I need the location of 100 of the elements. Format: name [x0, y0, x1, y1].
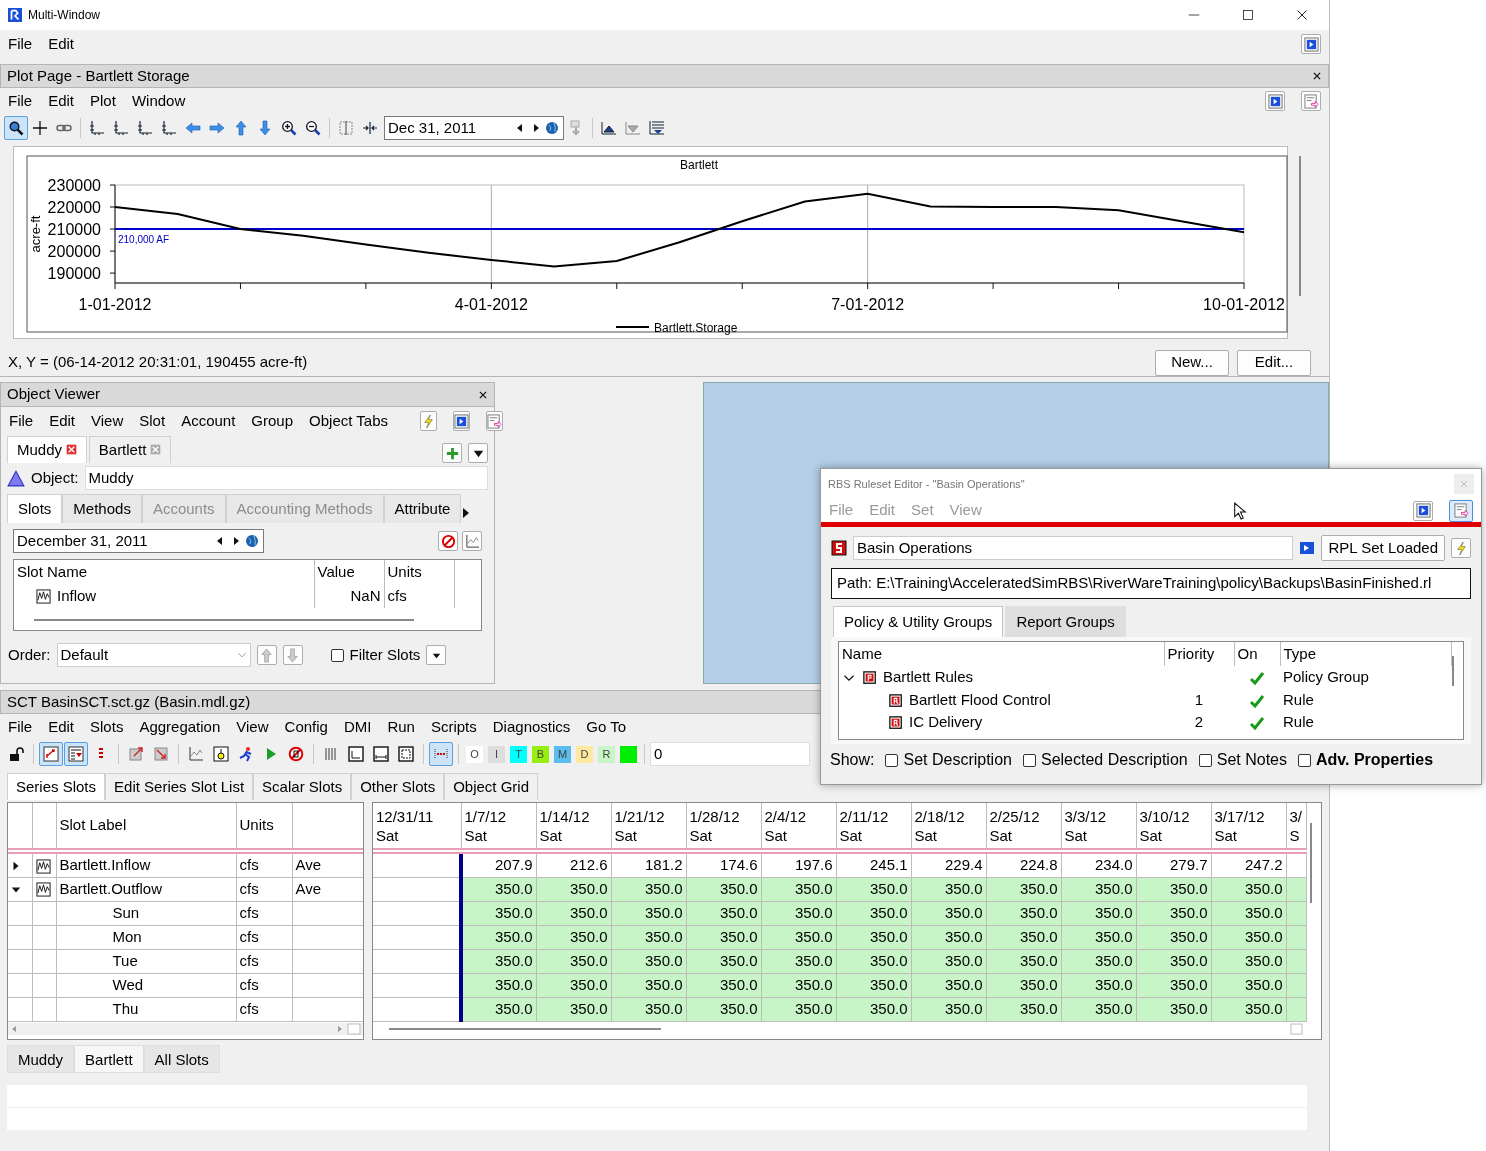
column-header[interactable]: Sat [614, 826, 683, 845]
column-header[interactable]: 3/3/12 [1064, 807, 1133, 826]
column-header[interactable]: Sat [1064, 826, 1133, 845]
menu-item[interactable]: File [8, 32, 33, 56]
column-header[interactable]: 2/11/12 [839, 807, 908, 826]
column-header[interactable]: 1/7/12 [464, 807, 533, 826]
name-field[interactable]: Basin Operations [853, 536, 1294, 560]
slot-label[interactable]: Bartlett.Inflow [59, 856, 151, 873]
menu-item[interactable]: View [236, 715, 269, 739]
tab[interactable]: Other Slots [351, 772, 445, 800]
menu-item[interactable]: Scripts [430, 715, 477, 739]
tab[interactable]: Muddy [7, 1045, 75, 1073]
menu-item[interactable]: Account [181, 409, 236, 433]
menu-item[interactable]: Aggregation [139, 715, 221, 739]
column-header[interactable]: 2/18/12 [914, 807, 983, 826]
index-field[interactable]: 0 [650, 742, 810, 766]
path-field[interactable]: Path: E:\Training\AcceleratedSimRBS\RiverWareTraining\policy\Backups\BasinFinished.rl [831, 568, 1471, 599]
checkbox[interactable] [1298, 753, 1311, 767]
column-header[interactable]: Sat [764, 826, 833, 845]
close-icon[interactable] [1312, 71, 1322, 81]
checkbox[interactable] [330, 648, 344, 662]
column-header[interactable]: On [1234, 642, 1280, 666]
tab[interactable]: Series Slots [7, 772, 106, 800]
menu-item[interactable]: Slots [90, 715, 124, 739]
slot-label[interactable]: Thu [112, 999, 139, 1017]
checkbox[interactable] [1022, 753, 1036, 767]
column-header[interactable]: Units [384, 560, 454, 584]
tab[interactable]: Policy & Utility Groups [833, 605, 1004, 637]
scrollbar[interactable] [8, 1023, 363, 1035]
flag-button[interactable]: D [576, 745, 593, 763]
column-header[interactable]: S [1289, 826, 1303, 845]
menu-item[interactable]: Config [284, 715, 328, 739]
scrollbar[interactable] [1451, 656, 1455, 686]
close-icon[interactable] [1295, 9, 1308, 21]
check-icon[interactable] [1249, 671, 1265, 686]
flag-button[interactable]: T [510, 745, 527, 763]
column-header[interactable]: 1/14/12 [539, 807, 608, 826]
check-icon[interactable] [1249, 716, 1265, 731]
column-header[interactable]: 1/28/12 [689, 807, 758, 826]
column-header[interactable]: Priority [1164, 642, 1234, 666]
column-header[interactable]: Sat [464, 826, 533, 845]
dialog-button[interactable]: New... [1155, 349, 1229, 376]
maximize-icon[interactable] [1241, 9, 1254, 21]
menu-item[interactable]: File [8, 715, 33, 739]
tab[interactable]: Methods [62, 493, 142, 523]
column-header[interactable]: 3/17/12 [1214, 807, 1283, 826]
rule-name[interactable]: IC Delivery [909, 713, 983, 730]
menu-item[interactable]: Window [131, 89, 186, 113]
column-header[interactable]: 2/4/12 [764, 807, 833, 826]
flag-button[interactable]: M [554, 745, 571, 763]
column-header[interactable]: Slot Name [14, 560, 314, 584]
flag-button[interactable]: B [532, 745, 549, 763]
column-header[interactable]: Sat [376, 826, 458, 845]
menu-item[interactable]: Edit [49, 409, 76, 433]
rule-name[interactable]: Bartlett Flood Control [909, 690, 1051, 708]
load-status-button[interactable]: RPL Set Loaded [1321, 535, 1445, 561]
tab[interactable]: All Slots [143, 1045, 220, 1073]
menu-item[interactable]: Object Tabs [309, 409, 388, 433]
column-header[interactable]: Sat [914, 826, 983, 845]
column-header[interactable]: Sat [989, 826, 1058, 845]
tab[interactable]: Report Groups [1005, 605, 1126, 637]
column-header[interactable]: 12/31/11 [376, 807, 458, 826]
dialog-button[interactable]: Edit... [1237, 349, 1311, 376]
menu-item[interactable]: Plot [90, 89, 116, 113]
flag-button[interactable]: R [598, 745, 615, 763]
window-icon[interactable] [1299, 540, 1316, 556]
scrollbar[interactable] [1309, 823, 1313, 903]
column-header[interactable]: Sat [839, 826, 908, 845]
slot-label[interactable]: Bartlett.Outflow [59, 879, 163, 897]
menu-item[interactable]: Edit [48, 715, 75, 739]
tab[interactable]: Edit Series Slot List [105, 772, 254, 800]
menu-item[interactable]: DMI [343, 715, 372, 739]
column-header[interactable]: Slot Label [59, 816, 127, 834]
rule-name[interactable]: Bartlett Rules [883, 668, 974, 685]
menu-item[interactable]: Diagnostics [492, 715, 571, 739]
menu-item[interactable]: Edit [48, 32, 75, 56]
column-header[interactable]: Sat [539, 826, 608, 845]
checkbox[interactable] [885, 753, 899, 767]
slot-label[interactable]: Mon [112, 927, 142, 945]
column-header[interactable]: Sat [1139, 826, 1208, 845]
menu-item[interactable]: Go To [586, 715, 627, 739]
slot-label[interactable]: Sun [112, 903, 140, 921]
menu-item[interactable]: Edit [48, 89, 75, 113]
tab[interactable]: Attribute [383, 493, 462, 523]
menu-item[interactable]: File [9, 409, 34, 433]
menu-item[interactable]: View [91, 409, 124, 433]
expander-icon[interactable] [11, 861, 21, 872]
object-field[interactable]: Muddy [84, 466, 488, 490]
column-header[interactable]: Sat [1214, 826, 1283, 845]
menu-item[interactable]: Slot [139, 409, 166, 433]
tab[interactable]: Slots [7, 493, 63, 523]
check-icon[interactable] [1249, 693, 1265, 708]
column-header[interactable]: Value [314, 560, 384, 584]
checkbox[interactable] [1198, 753, 1212, 767]
close-tab-icon[interactable] [65, 444, 77, 456]
column-header[interactable]: Sat [689, 826, 758, 845]
flag-button[interactable]: I [488, 745, 505, 763]
column-header[interactable]: 3/ [1289, 807, 1303, 826]
column-header[interactable]: Name [839, 642, 1164, 666]
menu-item[interactable]: Group [251, 409, 294, 433]
